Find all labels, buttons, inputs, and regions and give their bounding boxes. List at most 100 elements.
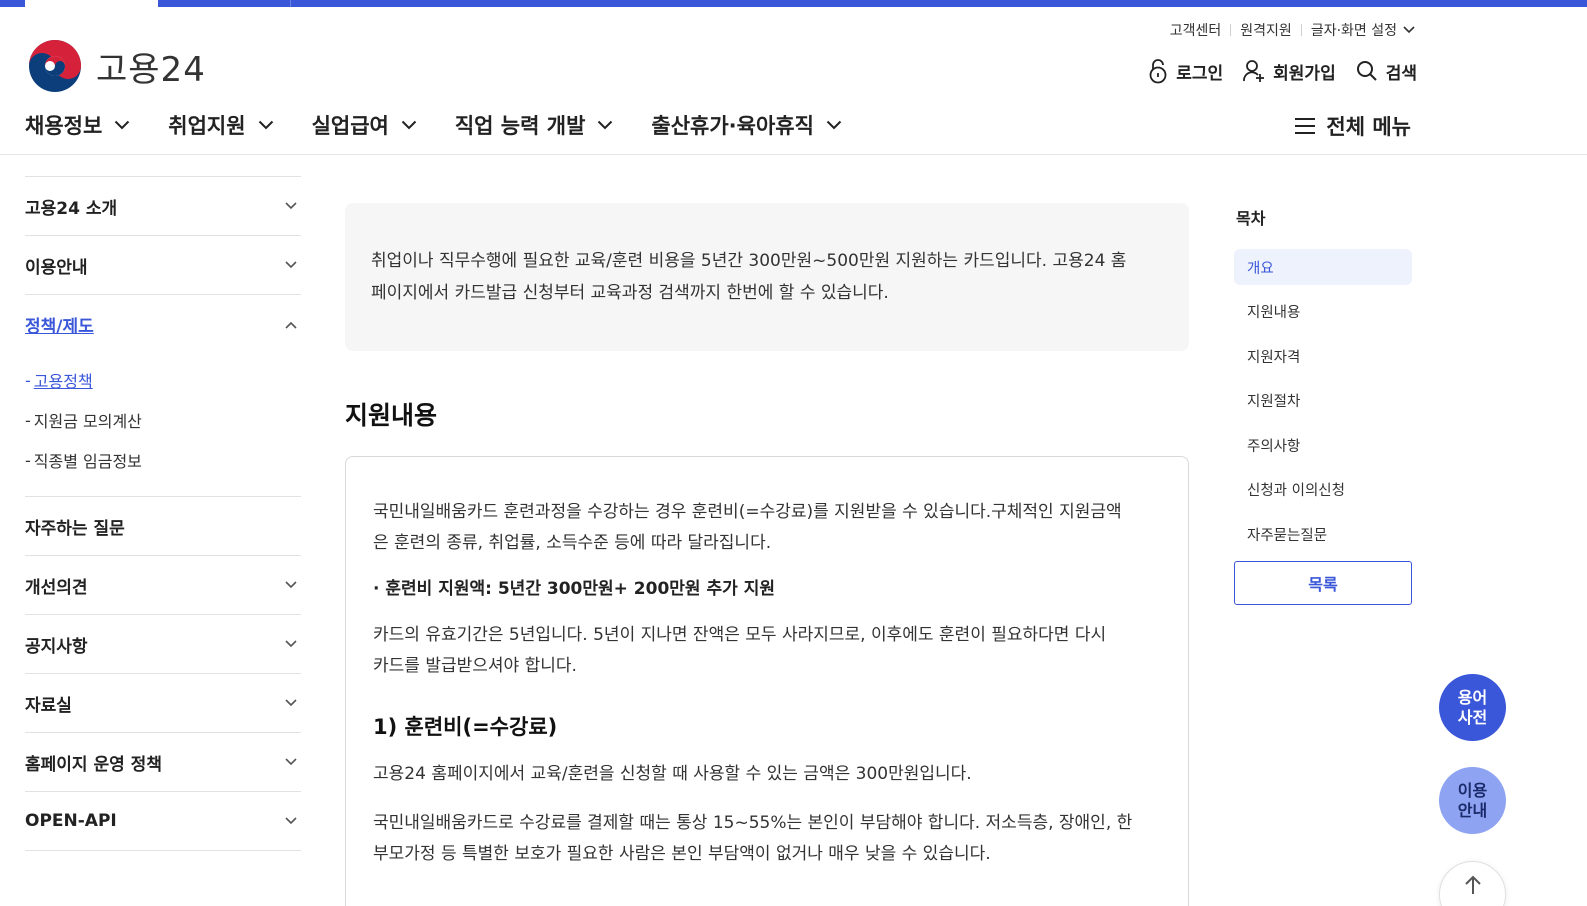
side-nav-item-policy[interactable]: 정책/제도 [25,295,301,354]
utility-links: 고객센터 원격지원 글자·화면 설정 [1170,20,1415,40]
util-remote-support[interactable]: 원격지원 [1240,20,1292,40]
gnb-item-unemployment-benefits[interactable]: 실업급여 [312,110,417,140]
chevron-up-icon [285,321,297,329]
toc-item-overview[interactable]: 개요 [1234,249,1412,285]
toc-item-application-appeal[interactable]: 신청과 이의신청 [1234,472,1412,508]
paragraph: 카드의 유효기간은 5년입니다. 5년이 지나면 잔액은 모두 사라지므로, 이… [373,620,1162,682]
toc-title: 목차 [1236,209,1266,228]
gnb-item-skills-development[interactable]: 직업 능력 개발 [455,110,614,140]
glossary-label: 사전 [1457,707,1488,727]
paragraph-line: 국민내일배움카드 훈련과정을 수강하는 경우 훈련비(=수강료)를 지원받을 수… [373,502,1122,522]
toc-item-procedure[interactable]: 지원절차 [1234,383,1412,419]
paragraph-line: 카드를 발급받으셔야 합니다. [373,656,577,676]
top-bar-divider [290,0,291,7]
paragraph: 국민내일배움카드 훈련과정을 수강하는 경우 훈련비(=수강료)를 지원받을 수… [373,497,1162,559]
sub-dash: - [25,370,31,390]
summary-line: 취업이나 직무수행에 필요한 교육/훈련 비용을 5년간 300만원~500만원… [371,251,1127,271]
side-nav-item-notices[interactable]: 공지사항 [25,615,301,674]
scroll-top-button[interactable] [1439,861,1506,906]
chevron-down-icon [285,261,297,269]
toc-item-cautions[interactable]: 주의사항 [1234,427,1412,463]
paragraph: 국민내일배움카드로 수강료를 결제할 때는 통상 15~55%는 본인이 부담해… [373,808,1162,870]
side-nav-label: 자료실 [25,695,72,716]
taegeuk-logo-icon [29,40,81,92]
gnb-label: 취업지원 [168,114,246,138]
arrow-up-icon [1464,875,1481,894]
side-nav-label: 자주하는 질문 [25,518,125,539]
top-bar-highlight [25,0,158,7]
gnb-item-jobs[interactable]: 채용정보 [25,110,130,140]
side-nav-label: OPEN-API [25,811,117,831]
side-navigation: 고용24 소개 이용안내 정책/제도 - 고용정책 - 지원금 모의계산 - 직… [25,155,301,851]
paragraph: 고용24 홈페이지에서 교육/훈련을 신청할 때 사용할 수 있는 금액은 30… [373,764,972,784]
top-progress-bar [0,0,1587,7]
list-button[interactable]: 목록 [1234,560,1412,605]
paragraph-line: 국민내일배움카드로 수강료를 결제할 때는 통상 15~55%는 본인이 부담해… [373,813,1133,833]
gnb-label: 실업급여 [311,114,389,138]
site-logo[interactable]: 고용24 [26,38,206,94]
gnb-label: 채용정보 [25,114,103,138]
side-nav-sub-subsidy-calculator[interactable]: - 지원금 모의계산 [25,400,301,440]
gnb-label: 직업 능력 개발 [454,114,586,138]
signup-link[interactable]: 회원가입 [1243,59,1336,84]
sub-label: 지원금 모의계산 [33,412,142,431]
side-nav-label: 고용24 소개 [25,198,118,219]
toc-item-support-content[interactable]: 지원내용 [1234,294,1412,330]
chevron-down-icon [285,202,297,210]
side-nav-item-archive[interactable]: 자료실 [25,674,301,733]
chevron-down-icon [115,120,130,130]
search-link[interactable]: 검색 [1356,59,1417,84]
logo-text: 고용24 [96,49,206,90]
side-nav-label: 공지사항 [25,636,88,657]
gnb-item-employment-support[interactable]: 취업지원 [168,110,273,140]
guide-label: 안내 [1457,800,1488,820]
support-amount-line: · 훈련비 지원액: 5년간 300만원+ 200만원 추가 지원 [373,579,775,599]
side-nav-item-feedback[interactable]: 개선의견 [25,556,301,615]
hamburger-icon [1295,118,1316,134]
sub-dash: - [25,410,31,430]
chevron-down-icon [598,120,613,130]
side-nav-item-about[interactable]: 고용24 소개 [25,177,301,236]
side-nav-scrolled-item [25,155,301,177]
glossary-label: 용어 [1457,687,1488,707]
side-nav-sub-employment-policy[interactable]: - 고용정책 [25,360,301,400]
glossary-button[interactable]: 용어 사전 [1439,674,1506,741]
lock-icon [1149,59,1167,84]
login-link[interactable]: 로그인 [1148,58,1223,84]
side-nav-item-usage-guide[interactable]: 이용안내 [25,236,301,295]
main-navigation: 채용정보 취업지원 실업급여 직업 능력 개발 출산휴가·육아휴직 [25,110,880,140]
side-nav-item-site-policy[interactable]: 홈페이지 운영 정책 [25,733,301,792]
side-nav-item-faq[interactable]: 자주하는 질문 [25,497,301,556]
chevron-down-icon [285,699,297,707]
side-nav-label: 정책/제도 [25,317,94,337]
sub-label: 직종별 임금정보 [33,452,142,471]
table-of-contents: 목차 개요 지원내용 지원자격 지원절차 주의사항 신청과 이의신청 자주묻는질… [1234,205,1412,605]
util-separator [1300,24,1302,36]
gnb-item-maternity-parental-leave[interactable]: 출산휴가·육아휴직 [651,110,842,140]
chevron-down-icon [401,120,417,130]
sub-label: 고용정책 [33,372,93,391]
side-nav-sub-wage-info[interactable]: - 직종별 임금정보 [25,440,301,480]
side-nav-item-open-api[interactable]: OPEN-API [25,792,301,851]
util-display-settings[interactable]: 글자·화면 설정 [1311,20,1397,40]
chevron-down-icon [285,758,297,766]
sub-heading: 1) 훈련비(=수강료) [373,715,558,739]
toc-item-eligibility[interactable]: 지원자격 [1234,338,1412,374]
sub-dash: - [25,450,31,470]
chevron-down-icon [826,120,842,130]
toc-item-faq[interactable]: 자주묻는질문 [1234,516,1412,552]
chevron-down-icon [285,581,297,589]
summary-line: 페이지에서 카드발급 신청부터 교육과정 검색까지 한번에 할 수 있습니다. [371,283,889,303]
chevron-down-icon [258,120,273,130]
gnb-label: 출산휴가·육아휴직 [651,114,814,138]
util-customer-center[interactable]: 고객센터 [1170,20,1222,40]
all-menu-button[interactable]: 전체 메뉴 [1294,111,1411,141]
chevron-down-icon[interactable] [1403,26,1415,34]
side-nav-label: 개선의견 [25,577,88,598]
summary-box: 취업이나 직무수행에 필요한 교육/훈련 비용을 5년간 300만원~500만원… [345,203,1189,351]
side-nav-label: 이용안내 [25,257,88,278]
usage-guide-button[interactable]: 이용 안내 [1439,767,1506,834]
side-nav-submenu: - 고용정책 - 지원금 모의계산 - 직종별 임금정보 [25,354,301,497]
chevron-down-icon [285,640,297,648]
search-label: 검색 [1385,63,1417,84]
